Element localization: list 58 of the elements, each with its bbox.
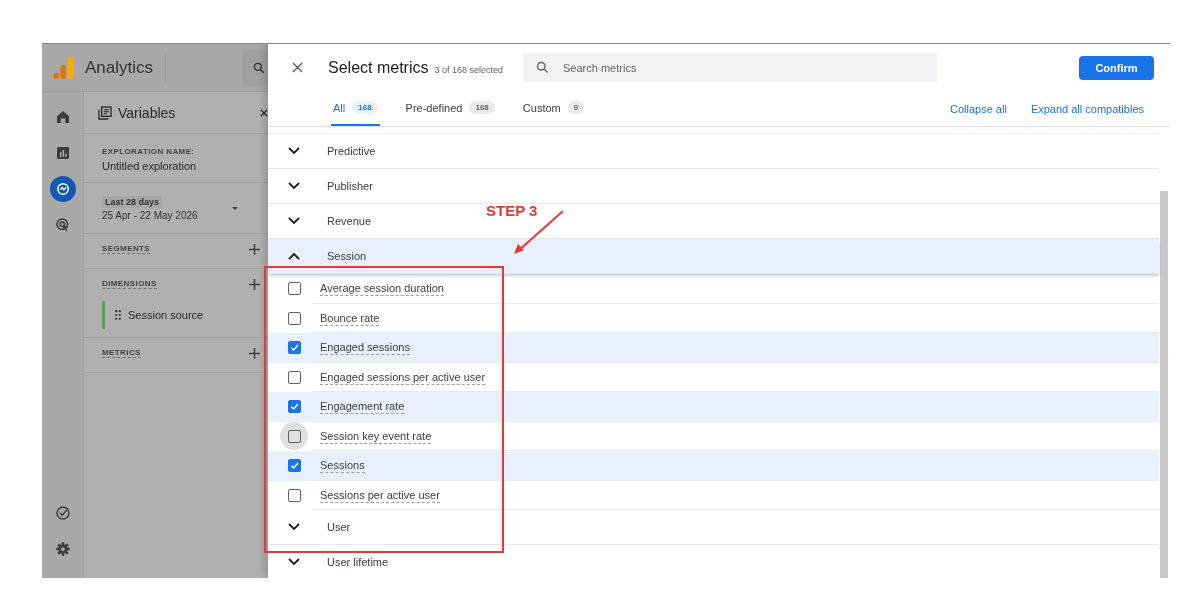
tab[interactable]: All 168 — [331, 91, 380, 126]
checkbox[interactable] — [287, 400, 301, 414]
link[interactable]: Expand all compatibles — [1030, 102, 1144, 115]
checkbox[interactable] — [287, 282, 301, 296]
search-field[interactable]: Search metrics — [523, 53, 938, 82]
drag-handle-icon — [115, 310, 121, 320]
variables-icon — [97, 104, 113, 121]
link[interactable]: Collapse all — [950, 102, 1007, 115]
checkbox[interactable] — [287, 488, 301, 502]
selection-count: 3 of 168 selected — [434, 64, 504, 75]
category-row[interactable]: User lifetime — [268, 545, 1159, 578]
metric-name[interactable]: Session key event rate — [320, 428, 432, 444]
logo-icon — [53, 55, 75, 80]
section-title: METRICS — [102, 348, 141, 358]
chevron-icon — [288, 147, 300, 155]
metric-name[interactable]: Average session duration — [320, 281, 444, 297]
category-row[interactable]: User — [268, 510, 1159, 545]
add-icon[interactable] — [249, 347, 260, 359]
metric-name[interactable]: Bounce rate — [320, 310, 380, 326]
checkbox[interactable] — [287, 341, 301, 355]
category-row[interactable]: Session — [268, 239, 1159, 274]
tab[interactable]: Pre-defined 168 — [403, 91, 497, 126]
add-icon[interactable] — [249, 278, 260, 290]
section-title: SEGMENTS — [102, 244, 151, 254]
app-name: Analytics — [85, 57, 154, 78]
metric-name[interactable]: Engaged sessions — [320, 340, 410, 356]
add-icon[interactable] — [249, 243, 260, 255]
section-title: DIMENSIONS — [102, 279, 157, 289]
step-label: STEP 3 — [486, 202, 538, 219]
panel-title: Variables — [118, 104, 177, 121]
chevron-icon — [288, 523, 300, 531]
chevron-icon — [288, 558, 300, 566]
category-row[interactable]: Predictive — [268, 134, 1159, 169]
close-icon[interactable] — [292, 62, 303, 73]
checkbox[interactable] — [287, 459, 301, 473]
checkbox[interactable] — [287, 311, 301, 325]
exploration-name[interactable]: Untitled exploration — [102, 160, 250, 172]
dimension-chip[interactable]: Session source — [102, 301, 260, 329]
metric-name[interactable]: Sessions per active user — [320, 487, 440, 503]
metric-name[interactable]: Engaged sessions per active user — [320, 369, 486, 385]
dialog-title: Select metrics — [328, 58, 429, 77]
checkbox[interactable] — [287, 429, 301, 443]
dropdown-icon — [232, 206, 238, 210]
chevron-icon — [288, 217, 300, 225]
chevron-icon — [288, 252, 300, 260]
date-range-picker[interactable]: Last 28 days 25 Apr - 22 May 2026 — [84, 183, 268, 234]
metric-name[interactable]: Sessions — [320, 458, 365, 474]
chevron-icon — [288, 182, 300, 190]
search-field[interactable] — [242, 49, 268, 86]
tab[interactable]: Custom 0 — [520, 91, 587, 126]
checkbox[interactable] — [287, 370, 301, 384]
metric-name[interactable]: Engagement rate — [320, 399, 405, 415]
field-label: EXPLORATION NAME: — [102, 147, 196, 156]
search-icon — [252, 60, 266, 75]
scrollbar[interactable] — [1160, 191, 1168, 578]
confirm-button[interactable]: Confirm — [1079, 55, 1154, 80]
category-row[interactable]: Publisher — [268, 169, 1159, 204]
rail-explore-icon[interactable] — [49, 176, 76, 202]
